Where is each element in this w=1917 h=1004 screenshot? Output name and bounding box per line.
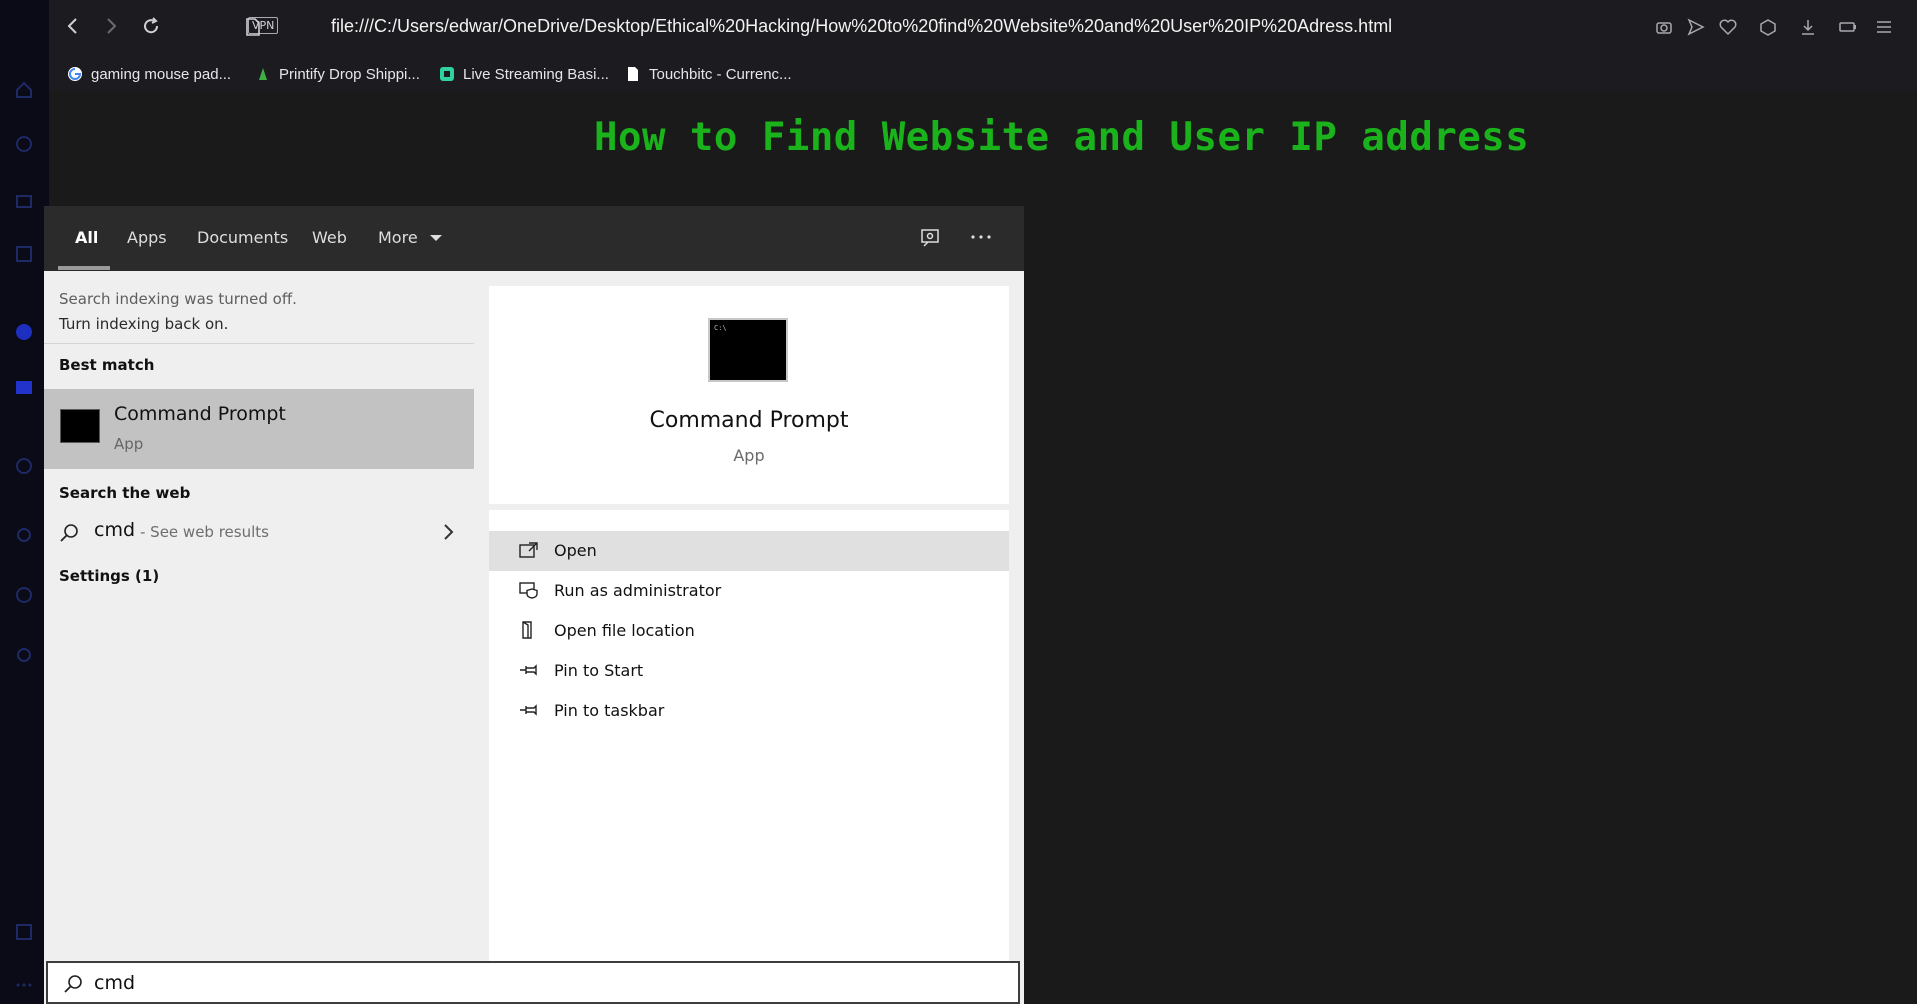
- download-icon[interactable]: [14, 585, 34, 605]
- bookmark-item[interactable]: Touchbitc - Currenc...: [625, 64, 792, 84]
- tab-more-label: More: [378, 228, 418, 247]
- web-query: cmd: [94, 519, 136, 541]
- more-icon[interactable]: [14, 975, 34, 995]
- twitch-icon[interactable]: [14, 378, 34, 398]
- windows-search-panel: All Apps Documents Web More Search index…: [44, 206, 1024, 1004]
- web-search-result[interactable]: cmd - See web results: [44, 511, 474, 551]
- settings-heading[interactable]: Settings (1): [59, 567, 159, 585]
- browser-sidebar: [0, 0, 49, 1004]
- back-icon[interactable]: [61, 14, 85, 38]
- bookmark-item[interactable]: Printify Drop Shippi...: [255, 64, 420, 84]
- active-tab-indicator: [58, 266, 110, 270]
- bookmark-label: Touchbitc - Currenc...: [649, 65, 792, 83]
- action-pin-to-start[interactable]: Pin to Start: [489, 651, 1009, 691]
- extensions-icon[interactable]: [14, 922, 34, 942]
- gear-icon[interactable]: [14, 645, 34, 665]
- action-pin-to-taskbar[interactable]: Pin to taskbar: [489, 691, 1009, 731]
- history-icon[interactable]: [14, 456, 34, 476]
- camera-icon[interactable]: [1655, 18, 1673, 36]
- best-match-item[interactable]: Command Prompt App: [44, 389, 474, 469]
- cmd-prompt-glyph-icon: C:\: [714, 324, 727, 331]
- browser-toolbar: VPN file:///C:/Users/edwar/OneDrive/Desk…: [49, 0, 1917, 55]
- page-icon: [246, 18, 260, 36]
- folder-icon: [522, 621, 532, 639]
- best-match-title: Command Prompt: [114, 403, 286, 425]
- search-input[interactable]: [94, 967, 794, 999]
- best-match-heading: Best match: [59, 356, 155, 374]
- easy-setup-icon[interactable]: [1875, 18, 1893, 36]
- action-open-file-location[interactable]: Open file location: [489, 611, 1009, 651]
- tab-documents[interactable]: Documents: [197, 228, 288, 247]
- tab-more[interactable]: More: [378, 228, 443, 247]
- page-icon: [628, 67, 638, 81]
- google-icon: [68, 67, 82, 81]
- action-label: Open: [554, 541, 597, 560]
- tab-all[interactable]: All: [75, 228, 98, 247]
- caret-down-icon: [429, 235, 442, 241]
- divider: [44, 343, 474, 344]
- action-run-as-admin[interactable]: Run as administrator: [489, 571, 1009, 611]
- action-label: Pin to Start: [554, 661, 644, 680]
- command-prompt-icon: [60, 409, 100, 443]
- printify-icon: [259, 68, 267, 80]
- shield-icon: [519, 582, 538, 599]
- search-icon: [64, 975, 82, 993]
- action-label: Pin to taskbar: [554, 701, 665, 720]
- messenger-icon[interactable]: [14, 322, 34, 342]
- action-label: Open file location: [554, 621, 695, 640]
- star-icon[interactable]: [14, 134, 34, 154]
- cube-icon[interactable]: [1759, 18, 1777, 36]
- bookmarks-bar: gaming mouse pad... Printify Drop Shippi…: [49, 55, 1917, 91]
- tab-apps[interactable]: Apps: [127, 228, 167, 247]
- feedback-icon[interactable]: [918, 226, 942, 250]
- command-prompt-large-icon: C:\: [708, 318, 788, 382]
- page-title: How to Find Website and User IP address: [594, 115, 1530, 160]
- bookmark-label: gaming mouse pad...: [91, 65, 232, 83]
- search-web-heading: Search the web: [59, 484, 191, 502]
- forward-icon[interactable]: [99, 14, 123, 38]
- search-results-list: Search indexing was turned off. Turn ind…: [44, 271, 474, 961]
- bookmark-item[interactable]: gaming mouse pad...: [67, 64, 231, 84]
- detail-kind: App: [733, 446, 765, 465]
- battery-icon[interactable]: [1839, 18, 1857, 36]
- result-detail-pane: C:\ Command Prompt App Open Run as admin…: [489, 286, 1009, 961]
- download-icon[interactable]: [1799, 18, 1817, 36]
- send-icon[interactable]: [1687, 18, 1705, 36]
- indexing-note-text: Search indexing was turned off.: [59, 290, 297, 308]
- turn-indexing-on-link[interactable]: Turn indexing back on.: [59, 312, 297, 337]
- search-box[interactable]: [46, 961, 1020, 1004]
- bookmark-label: Live Streaming Basi...: [463, 65, 609, 83]
- bookmark-label: Printify Drop Shippi...: [279, 65, 420, 83]
- bag-icon[interactable]: [14, 190, 34, 210]
- detail-title: Command Prompt: [649, 408, 849, 433]
- web-hint: - See web results: [140, 523, 269, 541]
- reload-icon[interactable]: [139, 14, 163, 38]
- more-options-icon[interactable]: [969, 232, 993, 242]
- search-icon: [60, 524, 78, 542]
- bookmark-item[interactable]: Live Streaming Basi...: [439, 64, 609, 84]
- action-label: Run as administrator: [554, 581, 722, 600]
- action-open[interactable]: Open: [489, 531, 1009, 571]
- indexing-notice: Search indexing was turned off. Turn ind…: [59, 287, 297, 337]
- streaming-icon: [440, 67, 454, 81]
- pin-icon: [520, 664, 537, 676]
- settings-icon[interactable]: [14, 525, 34, 545]
- heart-icon[interactable]: [1719, 18, 1737, 36]
- tab-web[interactable]: Web: [312, 228, 347, 247]
- best-match-subtitle: App: [114, 435, 144, 453]
- chevron-right-icon[interactable]: [440, 523, 456, 541]
- grid-icon[interactable]: [14, 244, 34, 264]
- home-icon[interactable]: [14, 80, 34, 100]
- pin-icon: [520, 704, 537, 716]
- svg-text:C:\: C:\: [714, 324, 727, 331]
- open-icon: [519, 542, 538, 558]
- divider: [489, 504, 1009, 510]
- address-bar[interactable]: file:///C:/Users/edwar/OneDrive/Desktop/…: [331, 16, 1392, 37]
- search-tab-bar: All Apps Documents Web More: [44, 206, 1024, 271]
